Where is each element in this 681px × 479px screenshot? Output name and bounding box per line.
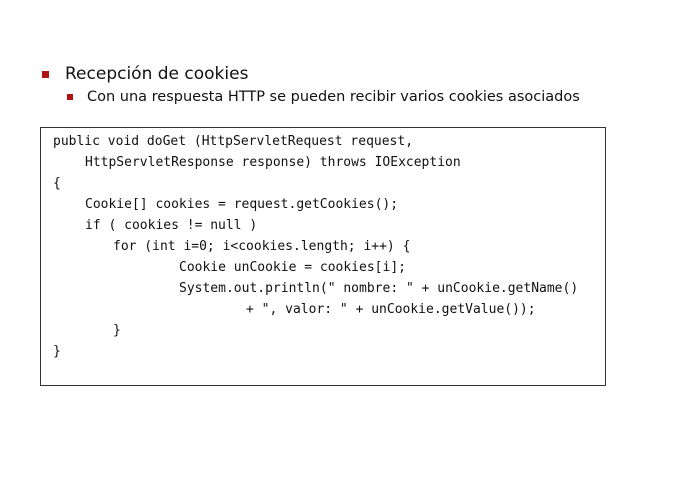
- code-line: System.out.println(" nombre: " + unCooki…: [179, 281, 579, 296]
- code-line: Cookie unCookie = cookies[i];: [179, 260, 406, 275]
- bullet-item-level2: Con una respuesta HTTP se pueden recibir…: [67, 87, 580, 107]
- code-line: }: [53, 344, 61, 359]
- square-bullet-icon: [67, 94, 73, 100]
- bullet-text-level1: Recepción de cookies: [65, 64, 249, 84]
- bullet-item-level1: Recepción de cookies: [42, 63, 248, 85]
- code-line: }: [113, 323, 121, 338]
- code-line: for (int i=0; i<cookies.length; i++) {: [113, 239, 411, 254]
- code-line: if ( cookies != null ): [85, 218, 258, 233]
- code-line: public void doGet (HttpServletRequest re…: [53, 134, 414, 149]
- code-block: public void doGet (HttpServletRequest re…: [40, 127, 606, 386]
- bullet-text-level2: Con una respuesta HTTP se pueden recibir…: [87, 89, 580, 105]
- code-line: + ", valor: " + unCookie.getValue());: [246, 302, 536, 317]
- square-bullet-icon: [42, 70, 49, 78]
- code-line: Cookie[] cookies = request.getCookies();: [85, 197, 399, 212]
- code-line: {: [53, 176, 61, 191]
- code-line: HttpServletResponse response) throws IOE…: [85, 155, 461, 170]
